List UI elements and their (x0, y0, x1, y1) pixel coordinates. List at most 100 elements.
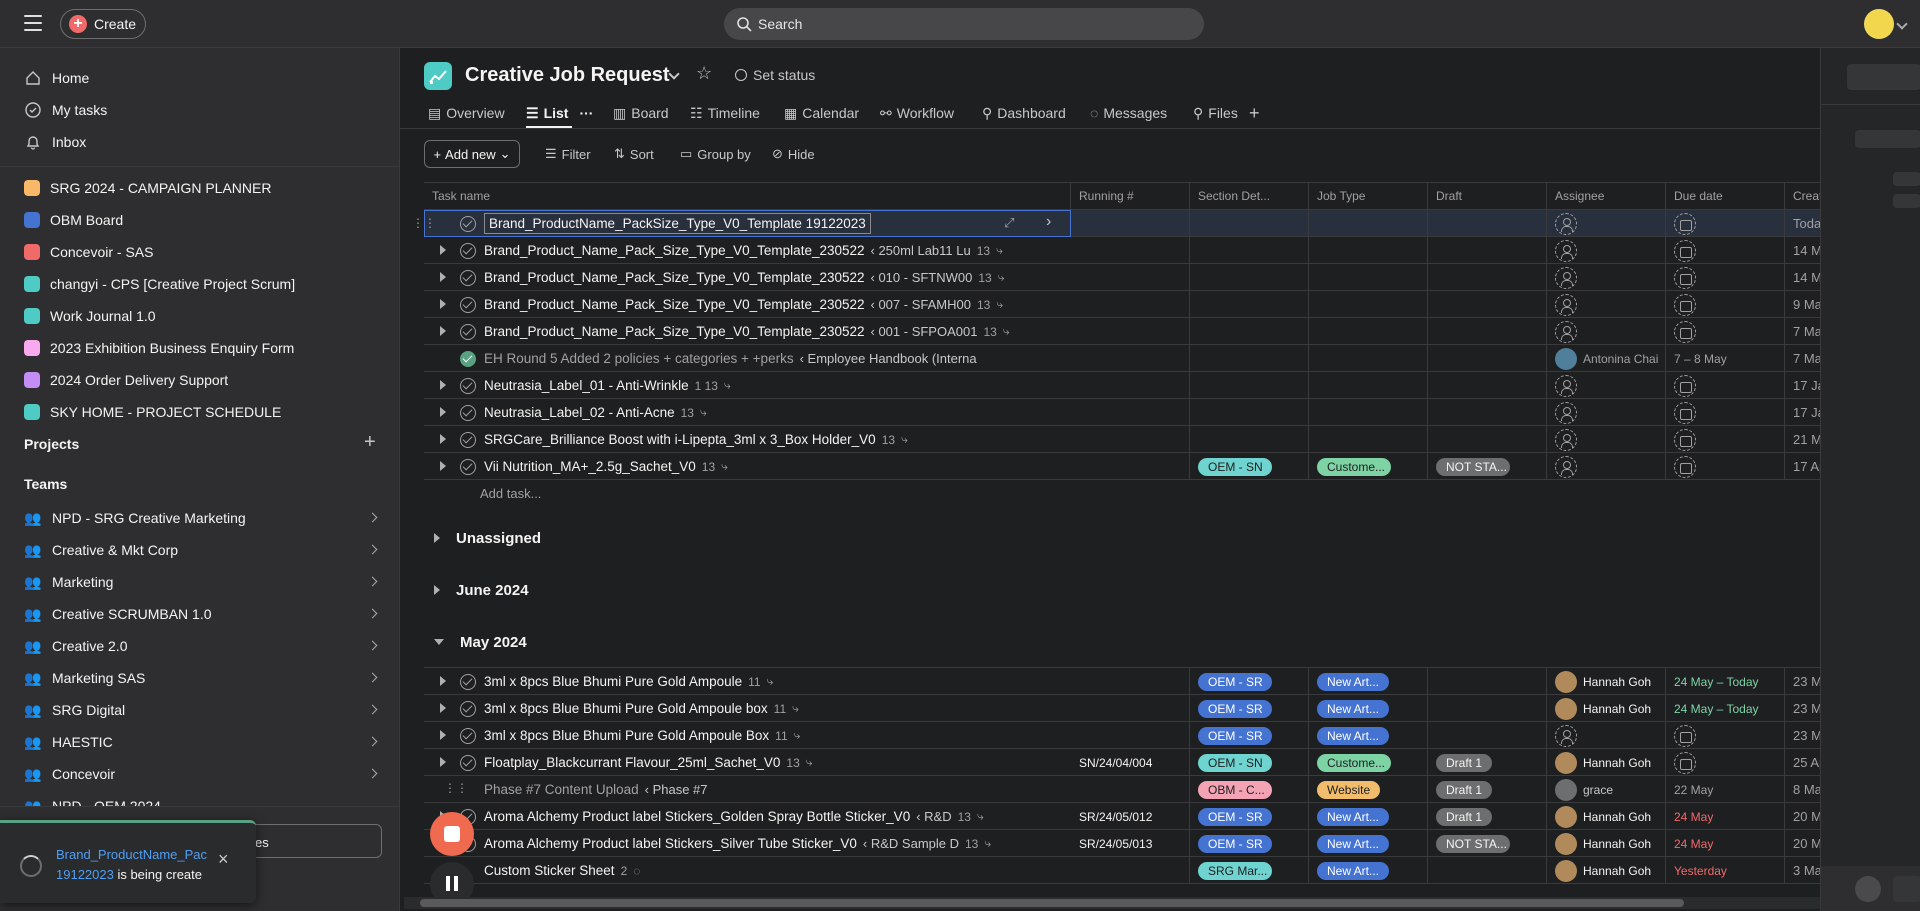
jobtype-pill[interactable]: New Art... (1317, 699, 1390, 718)
tab-list[interactable]: ☰ List ··· (526, 100, 593, 126)
due-cell[interactable] (1666, 210, 1785, 237)
calendar-icon[interactable] (1674, 293, 1696, 316)
toast-task-link[interactable]: Brand_ProductName_Pac (56, 847, 207, 862)
filter-button[interactable]: ☰ Filter (545, 146, 591, 162)
expand-icon[interactable] (440, 407, 446, 417)
tab-dashboard[interactable]: ⚲ Dashboard (982, 100, 1066, 126)
sidebar-favorite[interactable]: SKY HOME - PROJECT SCHEDULE (24, 398, 281, 426)
complete-checkbox[interactable] (460, 216, 476, 232)
column-header-running[interactable]: Running # (1071, 182, 1190, 210)
table-row[interactable]: EH Round 5 Added 2 policies + categories… (424, 345, 1820, 372)
section-pill[interactable]: OEM - SR (1198, 726, 1272, 745)
sidebar-team[interactable]: 👥 HAESTIC (24, 728, 384, 756)
assignee-empty-icon[interactable] (1555, 266, 1577, 289)
assignee-empty-icon[interactable] (1555, 320, 1577, 343)
sidebar-favorite[interactable]: 2024 Order Delivery Support (24, 366, 228, 394)
add-tab-icon[interactable]: + (1249, 100, 1260, 126)
section-header-june[interactable]: June 2024 (424, 575, 529, 605)
tab-timeline[interactable]: ☷ Timeline (690, 100, 760, 126)
column-header-created[interactable]: Creat (1785, 182, 1820, 210)
expand-icon[interactable] (440, 730, 446, 740)
close-icon[interactable]: × (218, 849, 229, 870)
sidebar-item-inbox[interactable]: Inbox (24, 128, 86, 156)
table-row[interactable]: SRGCare_Brilliance Boost with i-Lipepta_… (424, 426, 1820, 453)
complete-checkbox[interactable] (460, 378, 476, 394)
sidebar-team[interactable]: 👥 Creative SCRUMBAN 1.0 (24, 600, 384, 628)
jobtype-pill[interactable]: New Art... (1317, 672, 1390, 691)
sidebar-item-my-tasks[interactable]: My tasks (24, 96, 107, 124)
table-row[interactable]: ⋮⋮ Brand_ProductName_PackSize_Type_V0_Te… (412, 210, 1820, 237)
complete-checkbox[interactable] (460, 405, 476, 421)
draft-cell[interactable] (1428, 210, 1547, 237)
drag-handle-icon[interactable]: ⋮⋮ (444, 781, 468, 795)
draft-pill[interactable]: Draft 1 (1436, 753, 1493, 772)
complete-checkbox[interactable] (460, 459, 476, 475)
assignee-empty-icon[interactable] (1555, 293, 1577, 316)
section-pill[interactable]: OEM - SN (1198, 753, 1272, 772)
teams-heading[interactable]: Teams (24, 476, 67, 492)
section-header-unassigned[interactable]: Unassigned (424, 523, 541, 553)
complete-checkbox[interactable] (460, 297, 476, 313)
sidebar-team[interactable]: 👥 Marketing (24, 568, 384, 596)
sidebar-team[interactable]: 👥 SRG Digital (24, 696, 384, 724)
scrollbar-thumb[interactable] (420, 899, 1684, 907)
expand-icon[interactable] (440, 757, 446, 767)
group-by-button[interactable]: ▭ Group by (680, 146, 751, 162)
jobtype-pill[interactable]: Website (1317, 780, 1381, 799)
jobtype-pill[interactable]: New Art... (1317, 726, 1390, 745)
tab-workflow[interactable]: ⚯ Workflow (880, 100, 954, 126)
expand-icon[interactable] (440, 245, 446, 255)
create-button[interactable]: + Create (60, 9, 146, 39)
add-new-button[interactable]: + Add new ⌄ (424, 140, 520, 168)
projects-heading[interactable]: Projects (24, 436, 79, 452)
assignee-cell[interactable] (1547, 210, 1666, 237)
sidebar-favorite[interactable]: changyi - CPS [Creative Project Scrum] (24, 270, 295, 298)
table-row[interactable]: Brand_Product_Name_Pack_Size_Type_V0_Tem… (424, 291, 1820, 318)
tab-files[interactable]: ⚲ Files (1193, 100, 1238, 126)
table-row[interactable]: 3ml x 8pcs Blue Bhumi Pure Gold Ampoule 1… (424, 668, 1820, 695)
assignee-empty-icon[interactable] (1555, 455, 1577, 478)
jobtype-pill[interactable]: Custome... (1317, 753, 1391, 772)
sidebar-item-home[interactable]: Home (24, 64, 89, 92)
column-header-task-name[interactable]: Task name (424, 182, 1071, 210)
sidebar-team[interactable]: 👥 Concevoir (24, 760, 384, 788)
table-row[interactable]: ⋮⋮ Phase #7 Content Upload ‹ Phase #7 OBM… (424, 776, 1820, 803)
tab-messages[interactable]: ◌ Messages (1090, 100, 1167, 126)
expand-icon[interactable] (440, 380, 446, 390)
complete-checkbox[interactable] (460, 324, 476, 340)
completed-checkbox[interactable] (460, 351, 476, 367)
more-icon[interactable]: ··· (579, 105, 593, 121)
sort-button[interactable]: ⇅ Sort (614, 146, 654, 162)
table-row[interactable]: Floatplay_Blackcurrant Flavour_25ml_Sach… (424, 749, 1820, 776)
assignee-empty-icon[interactable] (1555, 428, 1577, 451)
sidebar-favorite[interactable]: 2023 Exhibition Business Enquiry Form (24, 334, 294, 362)
jobtype-pill[interactable]: New Art... (1317, 807, 1390, 826)
comment-input[interactable] (1893, 876, 1920, 902)
table-row[interactable]: Brand_Product_Name_Pack_Size_Type_V0_Tem… (424, 237, 1820, 264)
section-pill[interactable]: OEM - SR (1198, 699, 1272, 718)
calendar-icon[interactable] (1674, 266, 1696, 289)
complete-checkbox[interactable] (460, 701, 476, 717)
jobtype-cell[interactable] (1309, 210, 1428, 237)
expand-icon[interactable] (440, 299, 446, 309)
chevron-down-icon[interactable] (1896, 18, 1908, 30)
table-row[interactable]: Brand_Product_Name_Pack_Size_Type_V0_Tem… (424, 318, 1820, 345)
search-input[interactable]: Search (724, 8, 1204, 40)
add-project-icon[interactable]: + (364, 431, 376, 454)
column-header-draft[interactable]: Draft (1428, 182, 1547, 210)
chevron-right-icon[interactable]: › (1046, 213, 1051, 231)
section-pill[interactable]: OEM - SR (1198, 672, 1272, 691)
tab-calendar[interactable]: ▦ Calendar (784, 100, 859, 126)
calendar-icon[interactable] (1674, 455, 1696, 478)
sidebar-team[interactable]: 👥 NPD - SRG Creative Marketing (24, 504, 384, 532)
stop-recording-button[interactable] (430, 812, 474, 856)
hide-button[interactable]: ⊘ Hide (772, 146, 815, 162)
calendar-icon[interactable] (1674, 724, 1696, 747)
table-row[interactable]: Aroma Alchemy Product label Stickers_Sil… (424, 830, 1820, 857)
expand-icon[interactable] (440, 676, 446, 686)
add-task-link[interactable]: Add task... (480, 486, 541, 501)
expand-icon[interactable] (440, 434, 446, 444)
table-row[interactable]: Brand_Product_Name_Pack_Size_Type_V0_Tem… (424, 264, 1820, 291)
expand-icon[interactable] (440, 461, 446, 471)
calendar-icon[interactable] (1674, 751, 1696, 774)
